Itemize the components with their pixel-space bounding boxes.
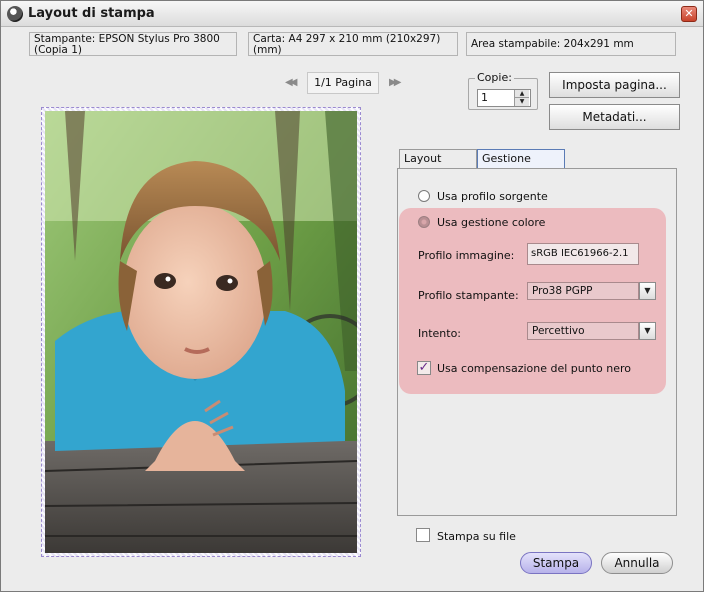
- paper-info-line2: (mm): [253, 44, 282, 56]
- title-bar[interactable]: Layout di stampa ✕: [1, 1, 703, 27]
- cancel-button[interactable]: Annulla: [601, 552, 673, 574]
- close-button[interactable]: ✕: [681, 6, 697, 22]
- next-page-icon[interactable]: ▶▶: [389, 77, 402, 88]
- print-layout-dialog: Layout di stampa ✕ Stampante: EPSON Styl…: [0, 0, 704, 592]
- black-point-label: Usa compensazione del punto nero: [437, 362, 632, 375]
- metadata-button[interactable]: Metadati...: [549, 104, 680, 130]
- printer-profile-label: Profilo stampante:: [418, 289, 519, 302]
- tab-color-management[interactable]: Gestione colore: [477, 149, 565, 183]
- image-profile-field[interactable]: sRGB IEC61966-2.1: [527, 243, 639, 265]
- use-source-profile-label: Usa profilo sorgente: [437, 190, 548, 203]
- print-button[interactable]: Stampa: [520, 552, 592, 574]
- use-source-profile-radio[interactable]: [418, 190, 430, 202]
- paper-info: Carta: A4 297 x 210 mm (210x297) (mm): [248, 32, 458, 56]
- print-to-file-checkbox[interactable]: [416, 528, 430, 542]
- tab-page-layout[interactable]: Layout pagina: [399, 149, 477, 183]
- page-setup-button[interactable]: Imposta pagina...: [549, 72, 680, 98]
- use-color-management-radio[interactable]: [418, 216, 430, 228]
- image-profile-label: Profilo immagine:: [418, 249, 515, 262]
- printer-profile-dropdown-icon[interactable]: ▼: [639, 282, 656, 300]
- use-color-management-label: Usa gestione colore: [437, 216, 546, 229]
- print-to-file-label: Stampa su file: [437, 530, 516, 543]
- black-point-checkbox[interactable]: ✓: [417, 361, 431, 375]
- preview-photo: [45, 111, 357, 553]
- printer-info-line2: (Copia 1): [34, 44, 82, 56]
- printer-info: Stampante: EPSON Stylus Pro 3800 (Copia …: [29, 32, 237, 56]
- page-indicator: 1/1 Pagina: [307, 72, 379, 94]
- copies-label: Copie:: [475, 71, 514, 84]
- printer-profile-select[interactable]: Pro38 PGPP: [527, 282, 639, 300]
- intent-label: Intento:: [418, 327, 462, 340]
- previous-page-icon[interactable]: ◀◀: [285, 77, 298, 88]
- printable-area-info: Area stampabile: 204x291 mm: [466, 32, 676, 56]
- app-logo-icon: [7, 6, 23, 22]
- intent-dropdown-icon[interactable]: ▼: [639, 322, 656, 340]
- spin-down-icon[interactable]: ▼: [514, 98, 529, 106]
- spin-up-icon[interactable]: ▲: [514, 90, 529, 98]
- paper-info-line1: Carta: A4 297 x 210 mm (210x297): [253, 33, 441, 45]
- window-title: Layout di stampa: [28, 6, 155, 21]
- intent-select[interactable]: Percettivo: [527, 322, 639, 340]
